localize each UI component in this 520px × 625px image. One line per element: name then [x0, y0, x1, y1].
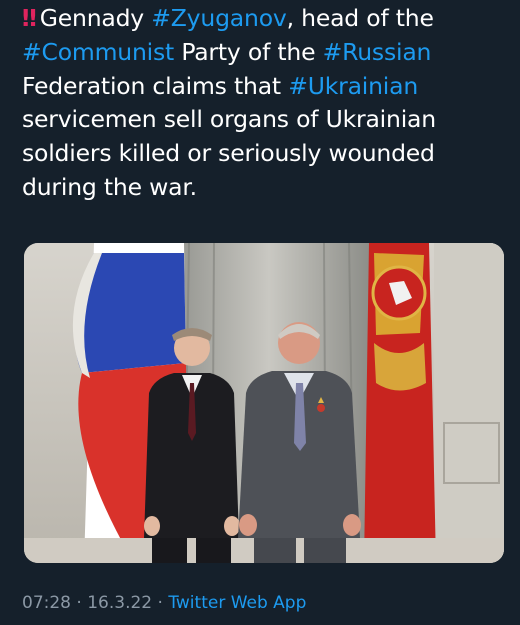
text-run: during the war.: [22, 172, 197, 201]
hashtag-russian[interactable]: #Russian: [323, 38, 432, 66]
tweet-metadata: 07:28 · 16.3.22 · Twitter Web App: [22, 593, 306, 613]
tweet-line: Federation claims that #Ukrainian: [22, 70, 502, 104]
hashtag-ukrainian[interactable]: #Ukrainian: [288, 72, 418, 100]
tweet-line: #Communist Party of the #Russian: [22, 36, 502, 70]
meta-separator: ·: [152, 593, 169, 613]
text-run: soldiers killed or seriously wounded: [22, 139, 435, 168]
hashtag-communist[interactable]: #Communist: [22, 38, 174, 66]
tweet-line: soldiers killed or seriously wounded: [22, 137, 502, 171]
text-run: Gennady: [39, 4, 152, 32]
text-run: , head of the: [286, 4, 434, 32]
tweet-line: ‼ Gennady #Zyuganov, head of the: [22, 2, 502, 36]
tweet-photo[interactable]: [24, 243, 504, 563]
text-run: Federation claims that: [22, 71, 289, 100]
photo-illustration: [24, 243, 504, 563]
tweet-source-link[interactable]: Twitter Web App: [168, 593, 306, 613]
text-run: servicemen sell organs of Ukrainian: [22, 105, 436, 134]
hashtag-zyuganov[interactable]: #Zyuganov: [151, 4, 286, 32]
tweet-line: during the war.: [22, 171, 502, 205]
tweet-line: servicemen sell organs of Ukrainian: [22, 103, 502, 137]
text-run: Party of the: [174, 37, 323, 66]
double-exclamation-icon: ‼: [22, 4, 37, 32]
tweet-time[interactable]: 07:28: [22, 593, 71, 613]
tweet-date[interactable]: 16.3.22: [87, 593, 152, 613]
meta-separator: ·: [71, 593, 88, 613]
tweet-text: ‼ Gennady #Zyuganov, head of the #Communi…: [22, 2, 502, 205]
